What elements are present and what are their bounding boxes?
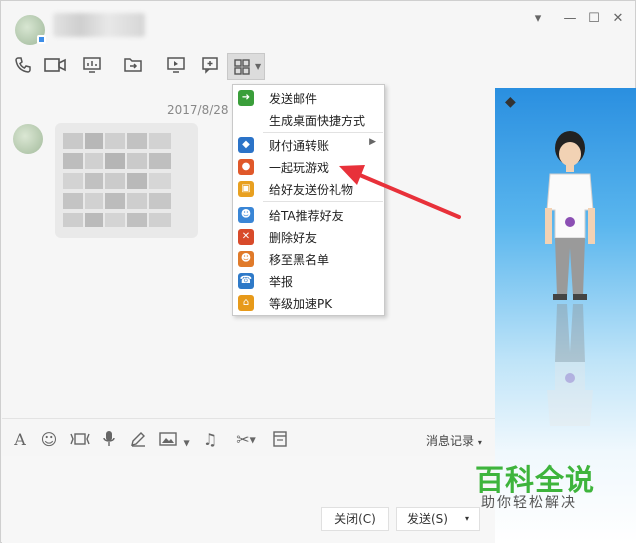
menu-divider — [263, 132, 383, 133]
menu-item-delete-friend[interactable]: ✕ 删除好友 — [234, 226, 384, 248]
gift-icon: ▣ — [238, 181, 254, 197]
send-button[interactable]: 发送(S) ▾ — [396, 507, 480, 531]
window-menu-button[interactable]: ▾ — [529, 11, 547, 27]
red-packet-icon[interactable] — [271, 430, 289, 450]
emoji-icon[interactable]: ☺ — [39, 430, 59, 450]
message-date: 2017/8/28 — [167, 103, 229, 117]
video-call-icon[interactable] — [42, 56, 68, 78]
report-icon: ☎ — [238, 273, 254, 289]
message-history-label: 消息记录 — [426, 434, 475, 448]
close-button[interactable]: 关闭(C) — [321, 507, 389, 531]
chevron-down-icon: ▾ — [477, 438, 482, 447]
doodle-pen-icon[interactable] — [128, 430, 148, 450]
online-status-icon — [37, 35, 46, 44]
menu-item-label: 删除好友 — [269, 231, 318, 245]
delete-friend-icon: ✕ — [238, 229, 254, 245]
menu-item-label: 财付通转账 — [269, 139, 330, 153]
menu-item-report[interactable]: ☎ 举报 — [234, 270, 384, 292]
music-icon[interactable]: ♫ — [200, 430, 220, 450]
maximize-button[interactable]: ☐ — [585, 11, 603, 27]
blacklist-icon: ☻ — [238, 251, 254, 267]
message-history-link[interactable]: 消息记录 ▾ — [426, 432, 482, 449]
menu-item-label: 移至黑名单 — [269, 253, 330, 267]
menu-item-desktop-shortcut[interactable]: 生成桌面快捷方式 — [234, 109, 384, 131]
menu-item-label: 发送邮件 — [269, 92, 318, 106]
apps-grid-icon — [234, 59, 250, 75]
screen-share-icon[interactable]: ▼ — [77, 56, 107, 96]
contact-name-blurred — [53, 13, 145, 37]
apps-grid-button[interactable]: ▼ — [227, 53, 265, 80]
close-window-button[interactable]: ✕ — [609, 11, 627, 27]
level-pk-icon: ⌂ — [238, 295, 254, 311]
annotation-arrow-icon — [339, 165, 461, 219]
message-bubble-blurred[interactable] — [55, 123, 198, 238]
add-chat-icon[interactable] — [200, 56, 220, 78]
menu-item-send-email[interactable]: ➜ 发送邮件 — [234, 87, 384, 109]
menu-item-label: 举报 — [269, 275, 294, 289]
mail-send-icon: ➜ — [238, 90, 254, 106]
tenpay-icon: ◆ — [238, 137, 254, 153]
file-transfer-icon[interactable]: ▼ — [118, 56, 148, 96]
submenu-arrow-icon: ▶ — [369, 137, 376, 147]
screenshot-icon[interactable] — [68, 430, 92, 450]
image-icon[interactable]: ▼ — [158, 430, 190, 450]
menu-item-level-pk[interactable]: ⌂ 等级加速PK — [234, 292, 384, 314]
font-icon[interactable]: A — [11, 430, 29, 450]
menu-item-label: 生成桌面快捷方式 — [269, 114, 366, 128]
chat-window: ▾ — ☐ ✕ ▼ ▼ ▼ ▼ 2017/8/28 — [0, 0, 636, 543]
scissors-icon[interactable]: ✂▼ — [230, 430, 262, 450]
send-options-icon[interactable]: ▾ — [465, 508, 469, 530]
divider — [2, 418, 495, 419]
menu-item-label: 等级加速PK — [269, 297, 333, 311]
game-icon: ● — [238, 159, 254, 175]
menu-item-tenpay-transfer[interactable]: ◆ 财付通转账 ▶ — [234, 134, 384, 156]
menu-item-label: 一起玩游戏 — [269, 161, 330, 175]
phone-icon[interactable] — [13, 56, 33, 78]
microphone-icon[interactable] — [100, 430, 118, 450]
watermark-subtitle: 助你轻松解决 — [481, 495, 577, 511]
send-button-label: 发送(S) — [407, 512, 448, 526]
diamond-icon: ◆ — [505, 94, 516, 110]
recommend-friend-icon: ☻ — [238, 207, 254, 223]
peer-avatar[interactable] — [13, 124, 43, 154]
remote-assist-icon[interactable]: ▼ — [161, 56, 191, 96]
menu-item-blacklist[interactable]: ☻ 移至黑名单 — [234, 248, 384, 270]
minimize-button[interactable]: — — [561, 11, 579, 27]
